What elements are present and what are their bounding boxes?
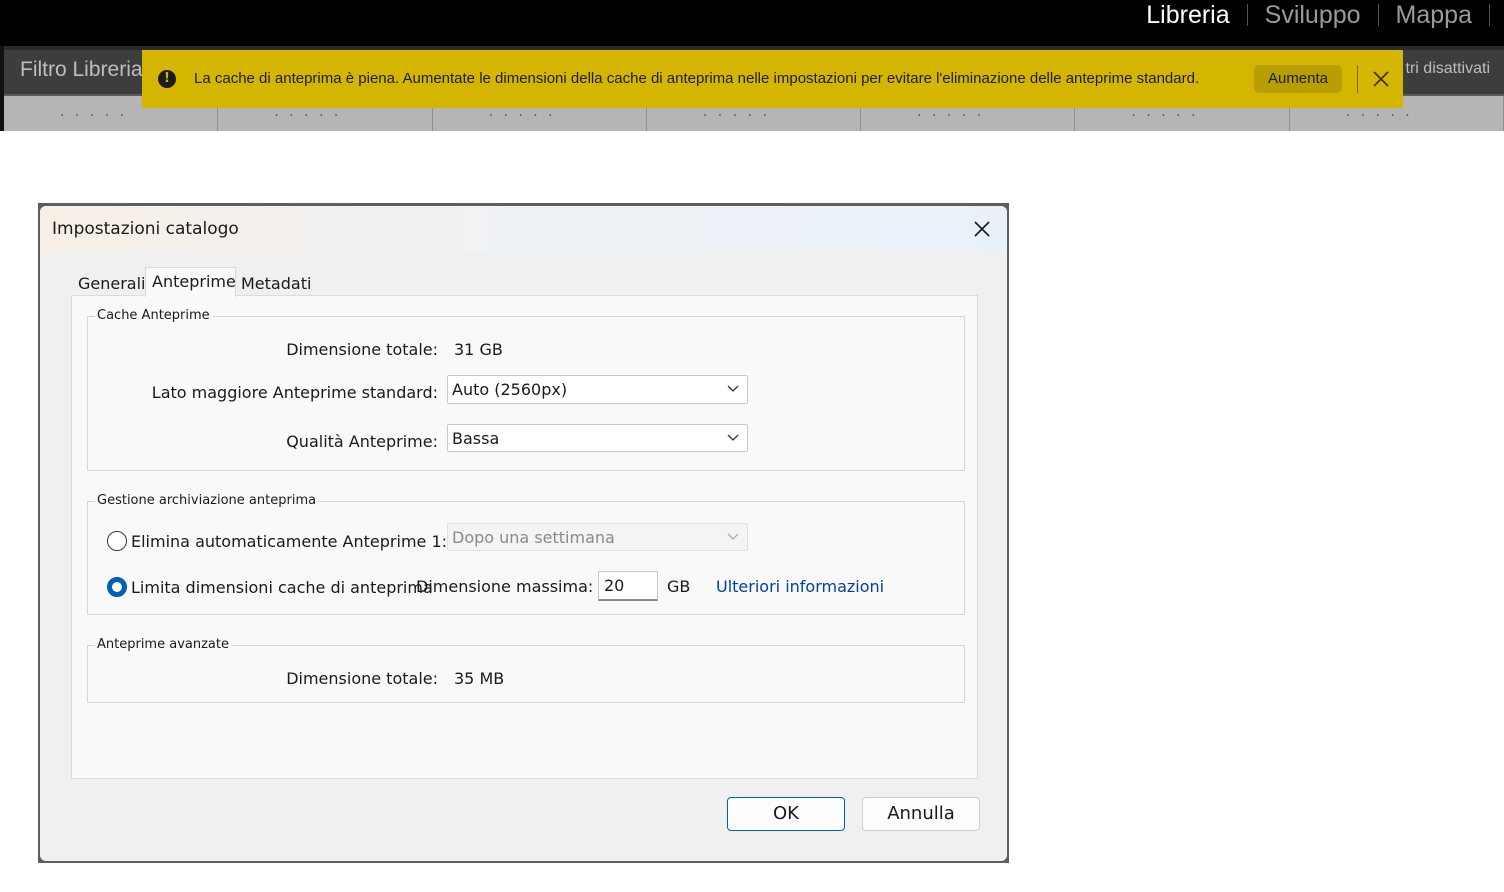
exclamation-circle-icon: ! <box>158 70 176 88</box>
quality-label: Qualità Anteprime: <box>286 432 438 451</box>
smart-total-size-label: Dimensione totale: <box>286 669 438 688</box>
group-label: Anteprime avanzate <box>95 637 231 653</box>
max-size-unit: GB <box>667 577 691 596</box>
max-size-value: 20 <box>604 576 625 595</box>
banner-message: La cache di anteprima è piena. Aumentate… <box>194 70 1200 87</box>
close-icon[interactable] <box>1371 69 1391 89</box>
cache-full-banner: ! La cache di anteprima è piena. Aumenta… <box>142 50 1403 108</box>
banner-separator <box>1357 65 1358 93</box>
more-info-link[interactable]: Ulteriori informazioni <box>716 577 884 596</box>
auto-delete-select[interactable]: Dopo una settimana <box>447 523 748 551</box>
module-mappa[interactable]: Mappa <box>1379 2 1489 28</box>
smart-previews-group: Anteprime avanzate <box>87 637 965 703</box>
group-label: Cache Anteprime <box>95 308 212 324</box>
chevron-down-icon <box>727 434 739 441</box>
chevron-down-icon <box>727 533 739 540</box>
auto-delete-value: Dopo una settimana <box>452 528 615 547</box>
filter-status[interactable]: tri disattivati <box>1406 60 1490 78</box>
max-size-label: Dimensione massima: <box>416 577 594 596</box>
module-sviluppo[interactable]: Sviluppo <box>1248 2 1378 28</box>
cancel-button[interactable]: Annulla <box>862 797 980 831</box>
smart-total-size-value: 35 MB <box>454 669 505 688</box>
tab-anteprime[interactable]: Anteprime <box>145 267 236 297</box>
module-libreria[interactable]: Libreria <box>1129 2 1246 28</box>
ok-button[interactable]: OK <box>727 797 845 831</box>
auto-delete-radio[interactable] <box>107 531 127 551</box>
increase-cache-button[interactable]: Aumenta <box>1254 65 1342 93</box>
catalog-settings-dialog: Impostazioni catalogo Generali Anteprime… <box>40 206 1007 861</box>
chevron-down-icon <box>727 385 739 392</box>
dialog-titlebar[interactable]: Impostazioni catalogo <box>40 206 1007 252</box>
quality-value: Bassa <box>452 429 500 448</box>
total-size-label: Dimensione totale: <box>286 340 438 359</box>
limit-cache-radio[interactable] <box>107 577 127 597</box>
total-size-value: 31 GB <box>454 340 503 359</box>
library-filter-title[interactable]: Filtro Libreria <box>20 58 143 82</box>
preview-storage-group: Gestione archiviazione anteprima <box>87 493 965 615</box>
quality-select[interactable]: Bassa <box>447 424 748 452</box>
module-picker: Libreria Sviluppo Mappa <box>1129 0 1490 30</box>
close-icon[interactable] <box>972 219 992 239</box>
long-edge-value: Auto (2560px) <box>452 380 568 399</box>
module-bar: Libreria Sviluppo Mappa <box>0 0 1504 46</box>
limit-cache-label[interactable]: Limita dimensioni cache di anteprima <box>131 578 433 597</box>
group-label: Gestione archiviazione anteprima <box>95 493 319 509</box>
long-edge-select[interactable]: Auto (2560px) <box>447 375 748 404</box>
long-edge-label: Lato maggiore Anteprime standard: <box>151 383 438 402</box>
module-separator <box>1489 4 1490 26</box>
auto-delete-label[interactable]: Elimina automaticamente Anteprime 1:1: <box>131 532 463 551</box>
max-size-input[interactable]: 20 <box>598 571 658 601</box>
dialog-title: Impostazioni catalogo <box>52 219 239 239</box>
